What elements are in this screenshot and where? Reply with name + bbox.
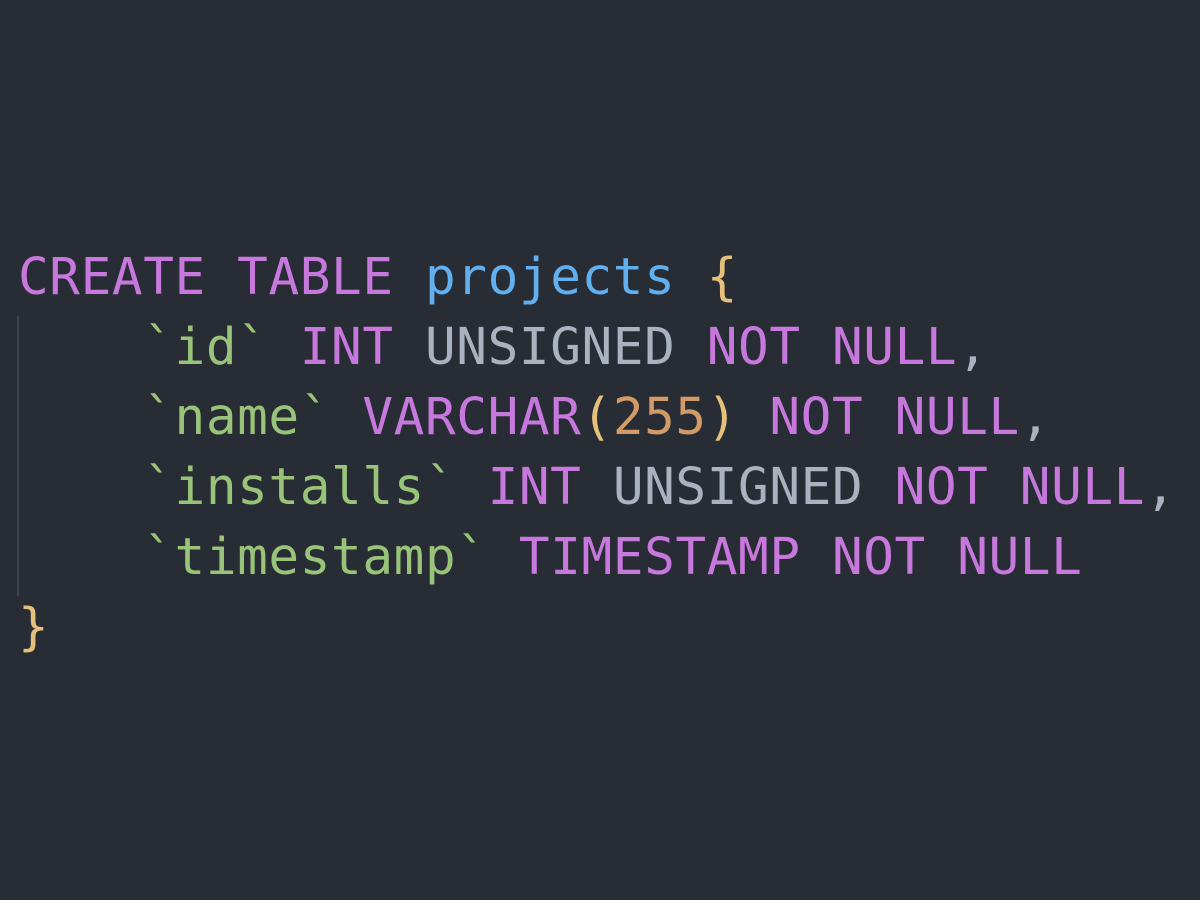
keyword-not: NOT <box>894 458 989 517</box>
type-timestamp: TIMESTAMP <box>518 528 801 587</box>
keyword-create: CREATE <box>18 248 206 307</box>
keyword-not: NOT <box>831 528 926 587</box>
keyword-not: NOT <box>769 388 864 447</box>
type-varchar: VARCHAR <box>362 388 582 447</box>
code-line-6: } <box>18 593 49 663</box>
keyword-not: NOT <box>706 318 801 377</box>
column-installs: `installs` <box>143 458 457 517</box>
column-timestamp: `timestamp` <box>143 528 488 587</box>
type-int: INT <box>487 458 582 517</box>
close-paren: ) <box>706 388 739 447</box>
code-line-4: `installs` INT UNSIGNED NOT NULL, <box>18 453 1176 523</box>
length-value: 255 <box>612 388 707 447</box>
open-brace: { <box>706 248 739 307</box>
modifier-unsigned: UNSIGNED <box>424 318 676 377</box>
modifier-unsigned: UNSIGNED <box>612 458 864 517</box>
comma: , <box>957 318 989 377</box>
table-name: projects <box>424 248 676 307</box>
close-brace: } <box>18 598 50 657</box>
column-id: `id` <box>143 318 269 377</box>
open-paren: ( <box>581 388 613 447</box>
comma: , <box>1145 458 1177 517</box>
comma: , <box>1019 388 1052 447</box>
code-line-1: CREATE TABLE projects { <box>18 243 738 313</box>
keyword-null: NULL <box>957 528 1083 587</box>
keyword-table: TABLE <box>237 248 394 307</box>
column-name: `name` <box>143 388 332 447</box>
keyword-null: NULL <box>894 388 1020 447</box>
type-int: INT <box>299 318 394 377</box>
code-editor[interactable]: CREATE TABLE projects { `id` INT UNSIGNE… <box>0 0 1200 900</box>
keyword-null: NULL <box>1019 458 1146 517</box>
code-line-2: `id` INT UNSIGNED NOT NULL, <box>18 313 989 383</box>
code-line-3: `name` VARCHAR(255) NOT NULL, <box>18 383 1051 453</box>
code-line-5: `timestamp` TIMESTAMP NOT NULL <box>18 523 1082 593</box>
keyword-null: NULL <box>831 318 958 377</box>
